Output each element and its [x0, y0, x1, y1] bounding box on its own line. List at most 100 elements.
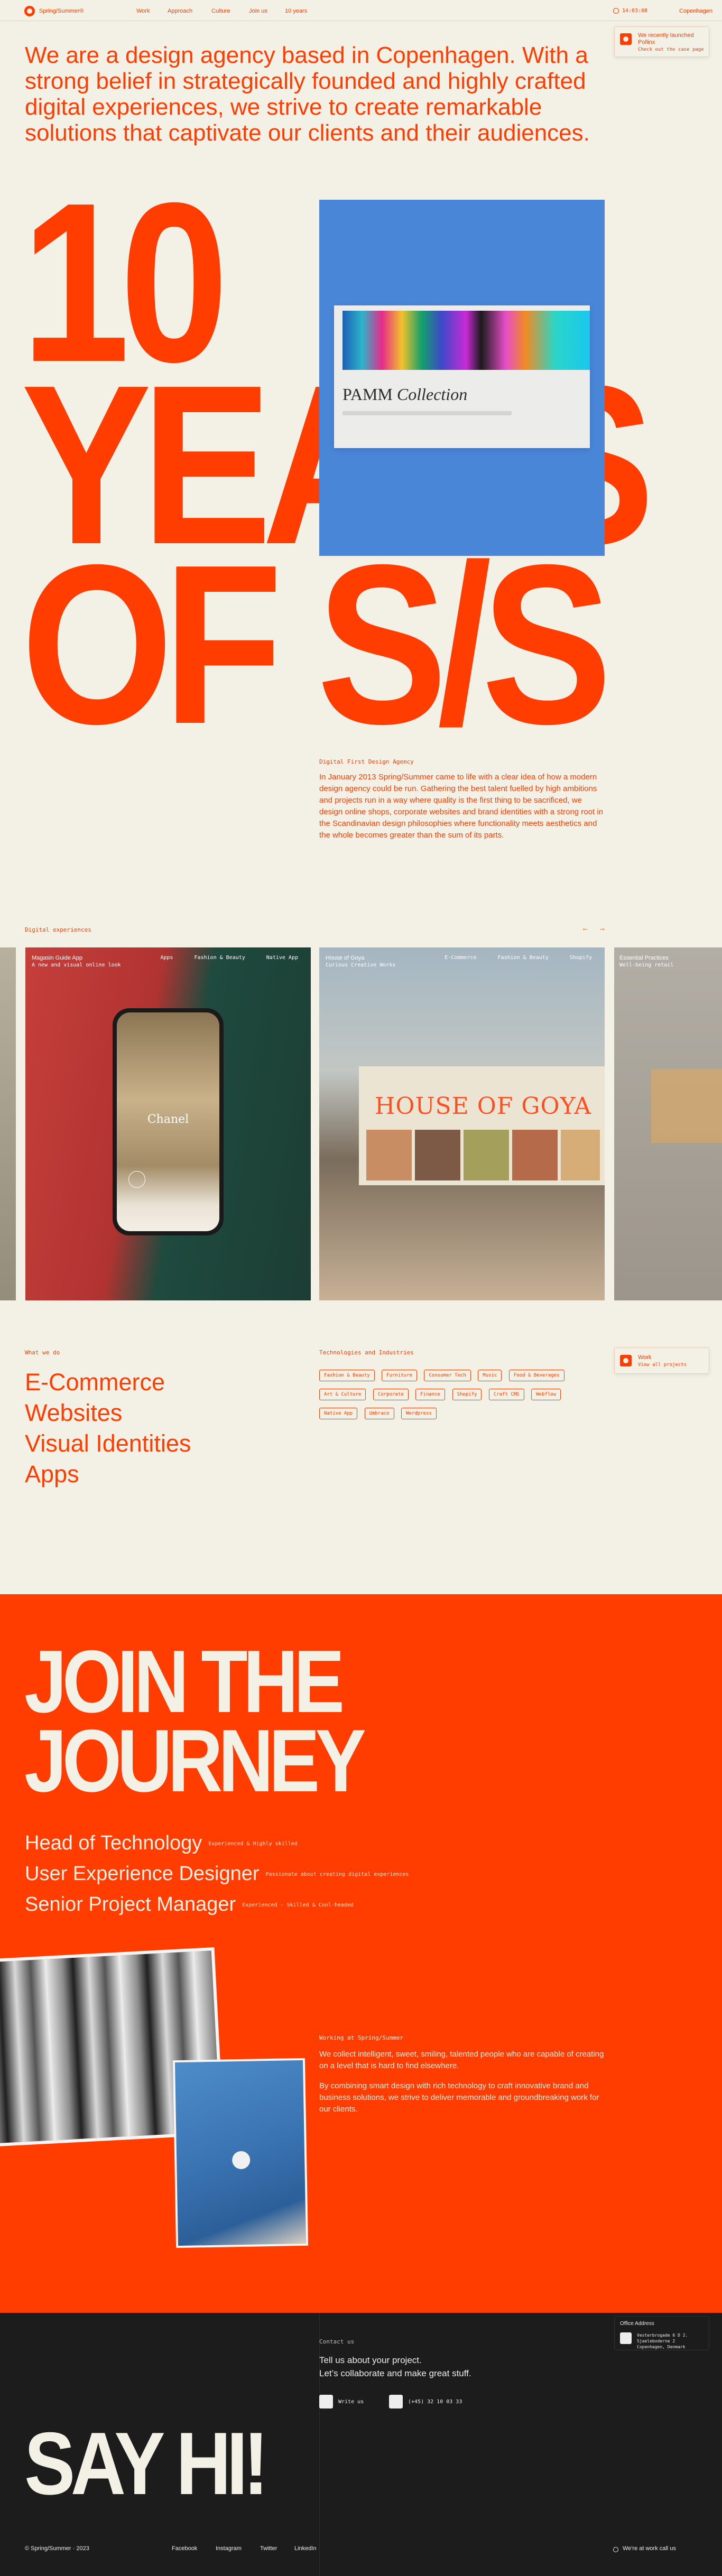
service-apps[interactable]: Apps — [25, 1459, 191, 1490]
nav-work[interactable]: Work — [136, 8, 150, 14]
phone-progress-circle — [128, 1171, 145, 1188]
tag[interactable]: Art & Culture — [319, 1389, 366, 1400]
goya-photo — [366, 1130, 412, 1180]
office-address: Vesterbrogade 6 D 2. Sjaeleboderne 2 Cop… — [637, 2333, 688, 2349]
phone-mockup: Chanel — [113, 1008, 224, 1235]
pamm-nav-line — [343, 411, 512, 415]
work-card[interactable]: Work View all projects — [614, 1347, 709, 1374]
about-text: In January 2013 Spring/Summer came to li… — [319, 773, 603, 840]
site-footer: Contact us Tell us about your project. L… — [0, 2313, 722, 2576]
footer-link-facebook[interactable]: Facebook — [172, 2545, 197, 2552]
tag[interactable]: Craft CMS — [488, 1389, 524, 1400]
goya-photo — [415, 1130, 460, 1180]
carousel-next-button[interactable]: → — [598, 924, 606, 932]
status-text[interactable]: We're at work call us — [623, 2545, 676, 2552]
featured-project-card[interactable]: PAMM Collection — [319, 200, 605, 556]
slide-title: Magasin Guide App — [32, 955, 83, 961]
nav-10-years[interactable]: 10 years — [285, 8, 307, 14]
location-icon — [620, 2332, 632, 2344]
clock-icon — [613, 8, 619, 14]
tag[interactable]: Webflow — [531, 1389, 561, 1400]
goya-photo — [512, 1130, 558, 1180]
goya-photo — [464, 1130, 509, 1180]
work-subtitle[interactable]: View all projects — [638, 1362, 687, 1368]
join-title: JOIN THE JOURNEY — [24, 1632, 366, 1810]
join-section: JOIN THE JOURNEY Head of Technology Experi… — [0, 1594, 722, 2313]
carousel-slide-magasin[interactable]: Magasin Guide App A new and visual onlin… — [25, 947, 311, 1300]
slide-subtitle: A new and visual online look — [32, 962, 121, 968]
join-text-1: We collect intelligent, sweet, smiling, … — [319, 2050, 604, 2070]
service-visual-identities[interactable]: Visual Identities — [25, 1428, 191, 1459]
slide-product-image — [651, 1069, 722, 1143]
goya-sign-mockup: HOUSE OF GOYA — [359, 1066, 605, 1185]
contact-text: Tell us about your project. Let’s collab… — [319, 2355, 471, 2378]
brand-name[interactable]: Spring/Summer® — [39, 8, 84, 14]
local-time: 14:03:08 — [622, 8, 648, 14]
goya-photo — [561, 1130, 600, 1180]
carousel-prev-button[interactable]: ← — [581, 924, 589, 932]
carousel-slide-essential[interactable]: Essential Practices Well-being retail — [614, 947, 722, 1300]
join-label: Working at Spring/Summer — [319, 2034, 403, 2041]
phone-icon — [389, 2395, 403, 2408]
pool-photo — [172, 2058, 309, 2248]
pamm-artwork-strip — [343, 311, 590, 370]
tag[interactable]: Umbraco — [364, 1408, 394, 1419]
tag[interactable]: Food & Beverages — [508, 1370, 564, 1381]
service-websites[interactable]: Websites — [25, 1398, 191, 1428]
news-cta[interactable]: Check out the case page — [638, 47, 704, 52]
technologies-label: Technologies and Industries — [319, 1349, 414, 1356]
slide-title: House of Goya — [326, 955, 365, 961]
pamm-title: PAMM Collection — [343, 385, 468, 404]
tag[interactable]: Finance — [415, 1389, 446, 1400]
phone-screen: Chanel — [117, 1012, 219, 1231]
slide-title: Essential Practices — [619, 955, 669, 961]
footer-link-twitter[interactable]: Twitter — [260, 2545, 277, 2552]
nav-approach[interactable]: Approach — [168, 8, 192, 14]
technology-tags: Fashion & Beauty Furniture Consumer Tech… — [319, 1370, 605, 1427]
say-hi-title: SAY HI! — [24, 2414, 269, 2513]
copyright: © Spring/Summer · 2023 — [25, 2545, 89, 2552]
phone-app-title: Chanel — [147, 1113, 189, 1126]
status-icon — [613, 2547, 618, 2552]
tag[interactable]: Fashion & Beauty — [319, 1370, 375, 1381]
job-senior-project-manager[interactable]: Senior Project Manager Experienced - Skil… — [25, 1893, 354, 1916]
logo-icon[interactable] — [24, 6, 35, 16]
tag[interactable]: Shopify — [452, 1389, 482, 1400]
goya-sign-title: HOUSE OF GOYA — [375, 1093, 591, 1120]
tag[interactable]: Native App — [319, 1408, 358, 1419]
office-title: Office Address — [620, 2321, 654, 2327]
join-text-2: By combining smart design with rich tech… — [319, 2081, 599, 2114]
tag[interactable]: Wordpress — [401, 1408, 437, 1419]
work-title: Work — [638, 1354, 652, 1361]
slide-tags: E-Commerce Fashion & Beauty Shopify — [445, 955, 592, 961]
services-list: E-Commerce Websites Visual Identities Ap… — [25, 1367, 191, 1490]
footer-link-instagram[interactable]: Instagram — [216, 2545, 242, 2552]
nav-culture[interactable]: Culture — [211, 8, 230, 14]
footer-link-linkedin[interactable]: LinkedIn — [294, 2545, 317, 2552]
pamm-mockup: PAMM Collection — [334, 305, 590, 448]
job-head-of-technology[interactable]: Head of Technology Experienced & Highly s… — [25, 1832, 298, 1855]
intro-statement: We are a design agency based in Copenhag… — [25, 42, 590, 146]
city-name: Copenhagen — [679, 8, 713, 14]
tag[interactable]: Music — [478, 1370, 502, 1381]
experiences-label: Digital experiences — [25, 926, 91, 933]
what-we-do-label: What we do — [25, 1349, 60, 1356]
site-header: Spring/Summer® Work Approach Culture Joi… — [0, 0, 722, 21]
service-ecommerce[interactable]: E-Commerce — [25, 1367, 191, 1398]
footer-divider — [319, 2313, 320, 2576]
contact-label: Contact us — [319, 2338, 355, 2345]
nav-join-us[interactable]: Join us — [249, 8, 267, 14]
office-address-card[interactable]: Office Address Vesterbrogade 6 D 2. Sjae… — [614, 2316, 709, 2350]
slide-tags: Apps Fashion & Beauty Native App — [160, 955, 298, 961]
mail-icon — [319, 2395, 333, 2408]
about-label: Digital First Design Agency — [319, 758, 414, 765]
work-icon — [620, 1355, 632, 1366]
hero-line-of-ss: OF S/S — [21, 518, 612, 771]
tag[interactable]: Corporate — [373, 1389, 409, 1400]
tag[interactable]: Furniture — [382, 1370, 417, 1381]
tag[interactable]: Consumer Tech — [424, 1370, 471, 1381]
news-title: We recently launched Pollinx — [638, 32, 694, 45]
carousel-slide-partial-left[interactable] — [0, 947, 16, 1300]
carousel-slide-house-of-goya[interactable]: House of Goya Curious Creative Works E-C… — [319, 947, 605, 1300]
job-ux-designer[interactable]: User Experience Designer Passionate about… — [25, 1863, 409, 1885]
